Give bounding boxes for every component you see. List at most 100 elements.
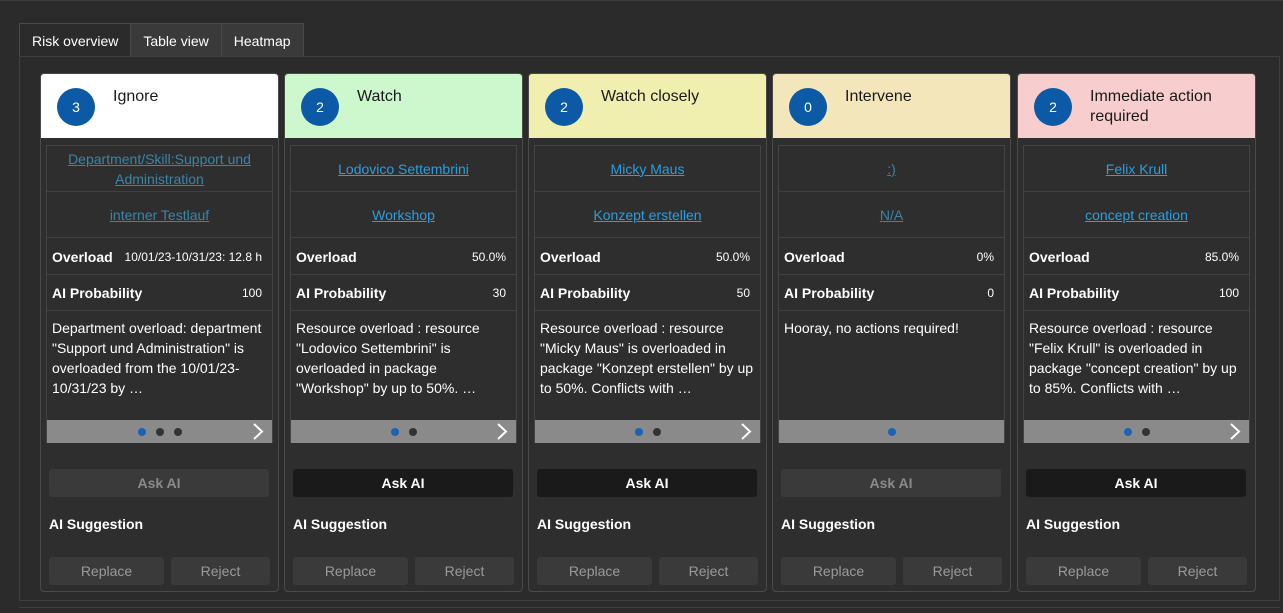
risk-level-title: Watch [357,88,402,105]
overload-row: Overload 10/01/23-10/31/23: 12.8 h [47,239,272,275]
risk-count-badge: 2 [1034,88,1072,126]
risk-column-header: 3 Ignore [41,74,278,138]
carousel-dot[interactable] [173,427,182,436]
carousel-dot[interactable] [390,427,399,436]
carousel-dot[interactable] [408,427,417,436]
tab-risk-overview[interactable]: Risk overview [19,23,132,56]
ai-probability-label: AI Probability [784,284,875,301]
carousel-dots [291,420,516,443]
ai-probability-row: AI Probability 100 [47,275,272,311]
overload-value: 50.0% [715,249,750,264]
replace-button[interactable]: Replace [537,557,652,585]
package-link[interactable]: N/A [880,207,903,223]
risk-level-title: Watch closely [601,88,700,105]
chevron-right-icon[interactable] [250,420,266,443]
overload-label: Overload [296,248,357,265]
package-link[interactable]: interner Testlauf [110,207,209,223]
resource-link[interactable]: Felix Krull [1106,159,1167,179]
ai-probability-label: AI Probability [540,284,631,301]
ask-ai-button[interactable]: Ask AI [293,469,513,497]
carousel-dot[interactable] [634,427,643,436]
ai-probability-value: 0 [987,285,994,300]
risk-description: Resource overload : resource "Lodovico S… [291,312,516,400]
divider [19,607,1280,608]
ask-ai-button[interactable]: Ask AI [49,469,269,497]
package-link[interactable]: concept creation [1085,207,1188,223]
carousel-dot[interactable] [887,427,896,436]
overload-label: Overload [52,248,113,265]
risk-description: Hooray, no actions required! [779,312,1004,400]
carousel-dots [47,420,272,443]
tab-heatmap[interactable]: Heatmap [221,23,304,56]
risk-item-card: Lodovico Settembrini Workshop Overload 5… [290,145,517,443]
risk-level-title: Intervene [845,88,912,105]
overload-row: Overload 50.0% [535,239,760,275]
package-link[interactable]: Workshop [372,207,435,223]
reject-button[interactable]: Reject [659,557,758,585]
risk-column: 2 Watch Lodovico Settembrini Workshop Ov… [284,73,523,592]
resource-link[interactable]: :) [887,159,896,179]
reject-button[interactable]: Reject [903,557,1002,585]
overload-value: 10/01/23-10/31/23: 12.8 h [124,249,262,264]
ask-ai-button[interactable]: Ask AI [1026,469,1246,497]
tab-table-view[interactable]: Table view [131,23,222,56]
package-link[interactable]: Konzept erstellen [593,207,701,223]
ai-probability-row: AI Probability 0 [779,275,1004,311]
risk-item-card: Department/Skill:Support und Administrat… [46,145,273,443]
risk-count-badge: 3 [57,88,95,126]
overload-value: 85.0% [1204,249,1239,264]
overload-value: 50.0% [471,249,506,264]
carousel-pager [535,420,760,443]
ask-ai-button[interactable]: Ask AI [781,469,1001,497]
carousel-dot[interactable] [1141,427,1150,436]
resource-link[interactable]: Department/Skill:Support und Administrat… [57,149,262,189]
reject-button[interactable]: Reject [171,557,270,585]
replace-button[interactable]: Replace [49,557,164,585]
reject-button[interactable]: Reject [1148,557,1247,585]
risk-count-badge: 2 [545,88,583,126]
overload-row: Overload 85.0% [1024,239,1249,275]
ai-probability-label: AI Probability [296,284,387,301]
view-tabs: Risk overview Table view Heatmap [19,23,304,56]
risk-item-card: Micky Maus Konzept erstellen Overload 50… [534,145,761,443]
ai-suggestion-label: AI Suggestion [537,516,632,532]
overload-label: Overload [784,248,845,265]
risk-column: 0 Intervene :) N/A Overload 0% AI Probab… [772,73,1011,592]
carousel-pager [291,420,516,443]
ai-probability-row: AI Probability 30 [291,275,516,311]
risk-column: 2 Watch closely Micky Maus Konzept erste… [528,73,767,592]
ask-ai-button[interactable]: Ask AI [537,469,757,497]
ai-probability-value: 50 [736,285,750,300]
risk-description: Resource overload : resource "Micky Maus… [535,312,760,400]
carousel-dot[interactable] [137,427,146,436]
carousel-dot[interactable] [652,427,661,436]
carousel-dot[interactable] [155,427,164,436]
reject-button[interactable]: Reject [415,557,514,585]
ai-probability-label: AI Probability [1029,284,1120,301]
carousel-dots [1024,420,1249,443]
risk-description: Department overload: department "Support… [47,312,272,400]
overload-row: Overload 0% [779,239,1004,275]
chevron-right-icon[interactable] [738,420,754,443]
carousel-dot[interactable] [1123,427,1132,436]
ai-suggestion-label: AI Suggestion [781,516,876,532]
resource-link[interactable]: Lodovico Settembrini [338,159,469,179]
carousel-pager [47,420,272,443]
chevron-right-icon[interactable] [1227,420,1243,443]
resource-link[interactable]: Micky Maus [611,159,685,179]
risk-column-header: 0 Intervene [773,74,1010,138]
ai-probability-label: AI Probability [52,284,143,301]
risk-column-header: 2 Immediate action required [1018,74,1255,138]
replace-button[interactable]: Replace [781,557,896,585]
carousel-pager [1024,420,1249,443]
risk-item-card: :) N/A Overload 0% AI Probability 0 Hoor… [778,145,1005,443]
carousel-dots [535,420,760,443]
chevron-right-icon[interactable] [494,420,510,443]
overload-label: Overload [540,248,601,265]
risk-column-header: 2 Watch [285,74,522,138]
ai-suggestion-label: AI Suggestion [1026,516,1121,532]
ai-suggestion-label: AI Suggestion [293,516,388,532]
replace-button[interactable]: Replace [1026,557,1141,585]
replace-button[interactable]: Replace [293,557,408,585]
overload-label: Overload [1029,248,1090,265]
